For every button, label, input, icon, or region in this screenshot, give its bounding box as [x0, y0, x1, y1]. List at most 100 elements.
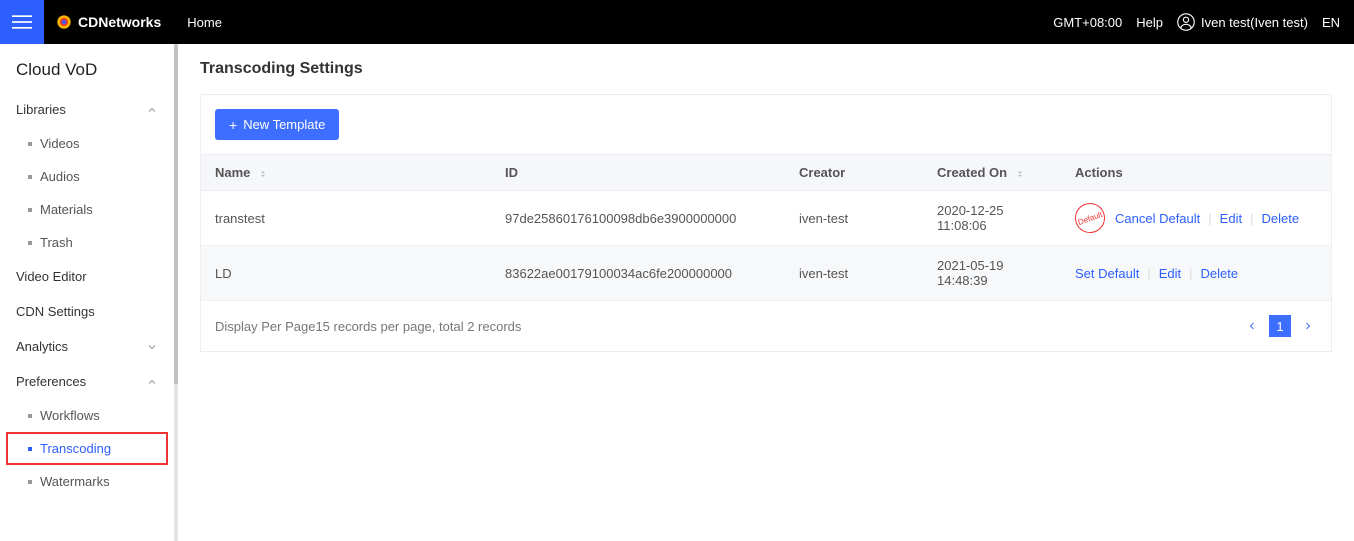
sidebar-group-label: Preferences [16, 374, 86, 389]
sidebar-group-libraries[interactable]: Libraries [0, 92, 174, 127]
cell-name: transtest [201, 191, 491, 246]
user-icon [1177, 13, 1195, 31]
cell-created-on: 2021-05-19 14:48:39 [923, 246, 1061, 301]
nav-home[interactable]: Home [173, 15, 236, 30]
action-edit[interactable]: Edit [1159, 266, 1181, 281]
sidebar-item-video-editor[interactable]: Video Editor [0, 259, 174, 294]
sidebar-item-materials[interactable]: Materials [0, 193, 174, 226]
separator-icon: | [1147, 266, 1150, 281]
pagination-summary: Display Per Page15 records per page, tot… [215, 319, 521, 334]
separator-icon: | [1250, 211, 1253, 226]
col-header-name[interactable]: Name [201, 155, 491, 191]
default-badge: Default [1071, 199, 1109, 237]
sidebar-item-label: Trash [40, 235, 73, 250]
sidebar-item-transcoding[interactable]: Transcoding [6, 432, 168, 465]
lang-switch[interactable]: EN [1322, 15, 1340, 30]
hamburger-icon [12, 12, 32, 32]
sidebar-item-workflows[interactable]: Workflows [0, 399, 174, 432]
action-edit[interactable]: Edit [1220, 211, 1242, 226]
sidebar-group-preferences[interactable]: Preferences [0, 364, 174, 399]
sidebar-item-label: Transcoding [40, 441, 111, 456]
col-header-actions: Actions [1061, 155, 1331, 191]
sidebar-group-analytics[interactable]: Analytics [0, 329, 174, 364]
action-delete[interactable]: Delete [1201, 266, 1239, 281]
separator-icon: | [1189, 266, 1192, 281]
chevron-up-icon [146, 104, 158, 116]
col-header-label: ID [505, 165, 518, 180]
topbar-right: GMT+08:00 Help Iven test(Iven test) EN [1053, 13, 1354, 31]
brand-text: CDNetworks [78, 14, 161, 30]
timezone-label[interactable]: GMT+08:00 [1053, 15, 1122, 30]
bullet-icon [28, 414, 32, 418]
cell-name: LD [201, 246, 491, 301]
sidebar-item-label: Workflows [40, 408, 100, 423]
sidebar-item-videos[interactable]: Videos [0, 127, 174, 160]
sidebar-scrollbar[interactable] [174, 44, 178, 384]
sidebar-item-watermarks[interactable]: Watermarks [0, 465, 174, 498]
new-template-button[interactable]: + New Template [215, 109, 339, 140]
pager-page-1[interactable]: 1 [1269, 315, 1291, 337]
templates-card: + New Template Name ID Creator Created O… [200, 94, 1332, 352]
sidebar-item-audios[interactable]: Audios [0, 160, 174, 193]
bullet-icon [28, 208, 32, 212]
col-header-created-on[interactable]: Created On [923, 155, 1061, 191]
sidebar-item-label: Materials [40, 202, 93, 217]
cell-creator: iven-test [785, 191, 923, 246]
help-link[interactable]: Help [1136, 15, 1163, 30]
sidebar-item-label: Watermarks [40, 474, 110, 489]
chevron-down-icon [146, 341, 158, 353]
page-title: Transcoding Settings [200, 60, 1332, 78]
table-footer: Display Per Page15 records per page, tot… [201, 301, 1331, 351]
user-menu[interactable]: Iven test(Iven test) [1177, 13, 1308, 31]
sidebar-item-label: Audios [40, 169, 80, 184]
pager-prev-button[interactable] [1243, 317, 1261, 335]
cell-id: 83622ae00179100034ac6fe200000000 [491, 246, 785, 301]
cell-actions: Default Cancel Default | Edit | Delete [1061, 191, 1331, 246]
table-row: transtest 97de25860176100098db6e39000000… [201, 191, 1331, 246]
col-header-label: Name [215, 165, 250, 180]
main-content: Transcoding Settings + New Template Name… [178, 44, 1354, 541]
sidebar-group-label: Libraries [16, 102, 66, 117]
col-header-label: Creator [799, 165, 845, 180]
brand-logo-icon [56, 14, 72, 30]
cell-creator: iven-test [785, 246, 923, 301]
chevron-left-icon [1246, 320, 1258, 332]
user-name: Iven test(Iven test) [1201, 15, 1308, 30]
pager: 1 [1243, 315, 1317, 337]
table-row: LD 83622ae00179100034ac6fe200000000 iven… [201, 246, 1331, 301]
sidebar-group-label: Analytics [16, 339, 68, 354]
action-set-default[interactable]: Set Default [1075, 266, 1139, 281]
bullet-icon [28, 241, 32, 245]
action-cancel-default[interactable]: Cancel Default [1115, 211, 1200, 226]
col-header-creator: Creator [785, 155, 923, 191]
plus-icon: + [229, 118, 237, 132]
cell-created-on: 2020-12-25 11:08:06 [923, 191, 1061, 246]
menu-toggle-button[interactable] [0, 0, 44, 44]
col-header-label: Created On [937, 165, 1007, 180]
chevron-right-icon [1302, 320, 1314, 332]
sidebar: Cloud VoD Libraries Videos Audios Materi… [0, 44, 178, 541]
bullet-icon [28, 480, 32, 484]
bullet-icon [28, 175, 32, 179]
card-toolbar: + New Template [201, 95, 1331, 154]
templates-table: Name ID Creator Created On Actions [201, 154, 1331, 301]
cell-actions: Set Default | Edit | Delete [1061, 246, 1331, 301]
sidebar-item-trash[interactable]: Trash [0, 226, 174, 259]
sort-icon [258, 169, 268, 179]
col-header-id: ID [491, 155, 785, 191]
button-label: New Template [243, 117, 325, 132]
bullet-icon [28, 142, 32, 146]
sidebar-item-cdn-settings[interactable]: CDN Settings [0, 294, 174, 329]
brand[interactable]: CDNetworks [44, 14, 173, 30]
pager-next-button[interactable] [1299, 317, 1317, 335]
product-title: Cloud VoD [0, 44, 174, 92]
bullet-icon [28, 447, 32, 451]
chevron-up-icon [146, 376, 158, 388]
cell-id: 97de25860176100098db6e3900000000 [491, 191, 785, 246]
sort-icon [1015, 169, 1025, 179]
action-delete[interactable]: Delete [1261, 211, 1299, 226]
topbar: CDNetworks Home GMT+08:00 Help Iven test… [0, 0, 1354, 44]
separator-icon: | [1208, 211, 1211, 226]
col-header-label: Actions [1075, 165, 1123, 180]
sidebar-item-label: Videos [40, 136, 80, 151]
